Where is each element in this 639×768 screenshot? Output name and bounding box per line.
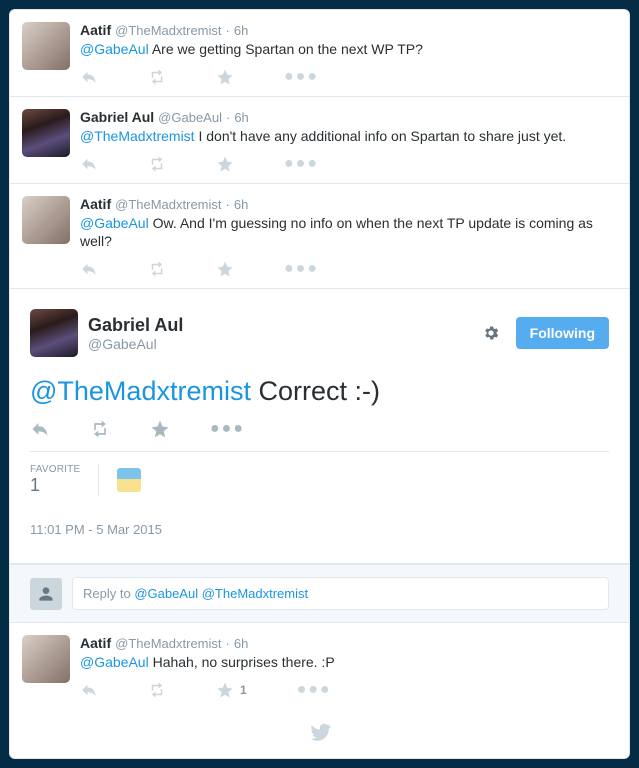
display-name[interactable]: Aatif (80, 22, 111, 38)
gear-icon[interactable] (478, 320, 504, 346)
more-button[interactable]: ●●● (284, 68, 319, 86)
dot-separator: · (226, 23, 230, 38)
retweet-button[interactable] (148, 155, 166, 173)
retweet-button[interactable] (148, 681, 166, 699)
retweet-button[interactable] (148, 68, 166, 86)
follow-button[interactable]: Following (516, 317, 609, 349)
favoriter-avatar[interactable] (117, 468, 141, 492)
tweet-row[interactable]: Aatif @TheMadxtremist · 6h @GabeAul Are … (10, 10, 629, 97)
twitter-logo-icon[interactable] (10, 709, 629, 758)
mention-link[interactable]: @TheMadxtremist (80, 128, 195, 144)
tweet-time[interactable]: 6h (234, 23, 248, 38)
mention-link[interactable]: @GabeAul (80, 654, 149, 670)
retweet-button[interactable] (148, 260, 166, 278)
favorite-stat[interactable]: FAVORITE 1 (30, 464, 99, 496)
tweet-time[interactable]: 6h (234, 110, 248, 125)
reply-button[interactable] (80, 68, 98, 86)
display-name[interactable]: Gabriel Aul (80, 109, 154, 125)
tweet-text: @TheMadxtremist I don't have any additio… (80, 127, 617, 145)
more-button[interactable]: ●●● (297, 681, 332, 699)
stats-row: FAVORITE 1 (30, 451, 609, 508)
tweet-timestamp[interactable]: 11:01 PM - 5 Mar 2015 (30, 508, 609, 555)
reply-button[interactable] (80, 681, 98, 699)
display-name[interactable]: Gabriel Aul (88, 315, 183, 336)
reply-button[interactable] (80, 260, 98, 278)
dot-separator: · (226, 110, 230, 125)
user-handle[interactable]: @TheMadxtremist (115, 197, 221, 212)
more-button[interactable]: ●●● (284, 260, 319, 278)
user-handle[interactable]: @TheMadxtremist (115, 636, 221, 651)
dot-separator: · (226, 636, 230, 651)
user-handle[interactable]: @GabeAul (158, 110, 222, 125)
tweet-time[interactable]: 6h (234, 636, 248, 651)
favorite-button[interactable] (216, 155, 234, 173)
favorite-button[interactable] (150, 419, 170, 439)
more-button[interactable]: ●●● (210, 420, 245, 438)
mention-link[interactable]: @GabeAul (80, 215, 149, 231)
avatar[interactable] (30, 309, 78, 357)
display-name[interactable]: Aatif (80, 635, 111, 651)
tweet-row[interactable]: Aatif @TheMadxtremist · 6h @GabeAul Haha… (10, 623, 629, 709)
avatar[interactable] (22, 109, 70, 157)
retweet-button[interactable] (90, 419, 110, 439)
tweet-row[interactable]: Aatif @TheMadxtremist · 6h @GabeAul Ow. … (10, 184, 629, 289)
reply-input[interactable]: Reply to @GabeAul @TheMadxtremist (72, 577, 609, 610)
favorite-button[interactable] (216, 68, 234, 86)
user-handle[interactable]: @GabeAul (88, 336, 183, 352)
mention-link[interactable]: @TheMadxtremist (30, 376, 251, 406)
tweet-row[interactable]: Gabriel Aul @GabeAul · 6h @TheMadxtremis… (10, 97, 629, 184)
tweet-time[interactable]: 6h (234, 197, 248, 212)
more-button[interactable]: ●●● (284, 155, 319, 173)
avatar[interactable] (22, 22, 70, 70)
favorite-button[interactable]: 1 (216, 681, 247, 699)
tweet-text: @GabeAul Are we getting Spartan on the n… (80, 40, 617, 58)
tweet-text: @GabeAul Ow. And I'm guessing no info on… (80, 214, 617, 250)
dot-separator: · (226, 197, 230, 212)
main-tweet-text: @TheMadxtremist Correct :-) (30, 375, 609, 407)
reply-button[interactable] (30, 419, 50, 439)
mention-link[interactable]: @GabeAul (80, 41, 149, 57)
avatar[interactable] (22, 635, 70, 683)
tweet-card: Aatif @TheMadxtremist · 6h @GabeAul Are … (9, 9, 630, 759)
avatar[interactable] (22, 196, 70, 244)
user-handle[interactable]: @TheMadxtremist (115, 23, 221, 38)
reply-button[interactable] (80, 155, 98, 173)
favorite-button[interactable] (216, 260, 234, 278)
main-tweet: Gabriel Aul @GabeAul Following @TheMadxt… (10, 289, 629, 564)
display-name[interactable]: Aatif (80, 196, 111, 212)
tweet-text: @GabeAul Hahah, no surprises there. :P (80, 653, 617, 671)
current-user-avatar[interactable] (30, 578, 62, 610)
reply-box: Reply to @GabeAul @TheMadxtremist (10, 564, 629, 623)
